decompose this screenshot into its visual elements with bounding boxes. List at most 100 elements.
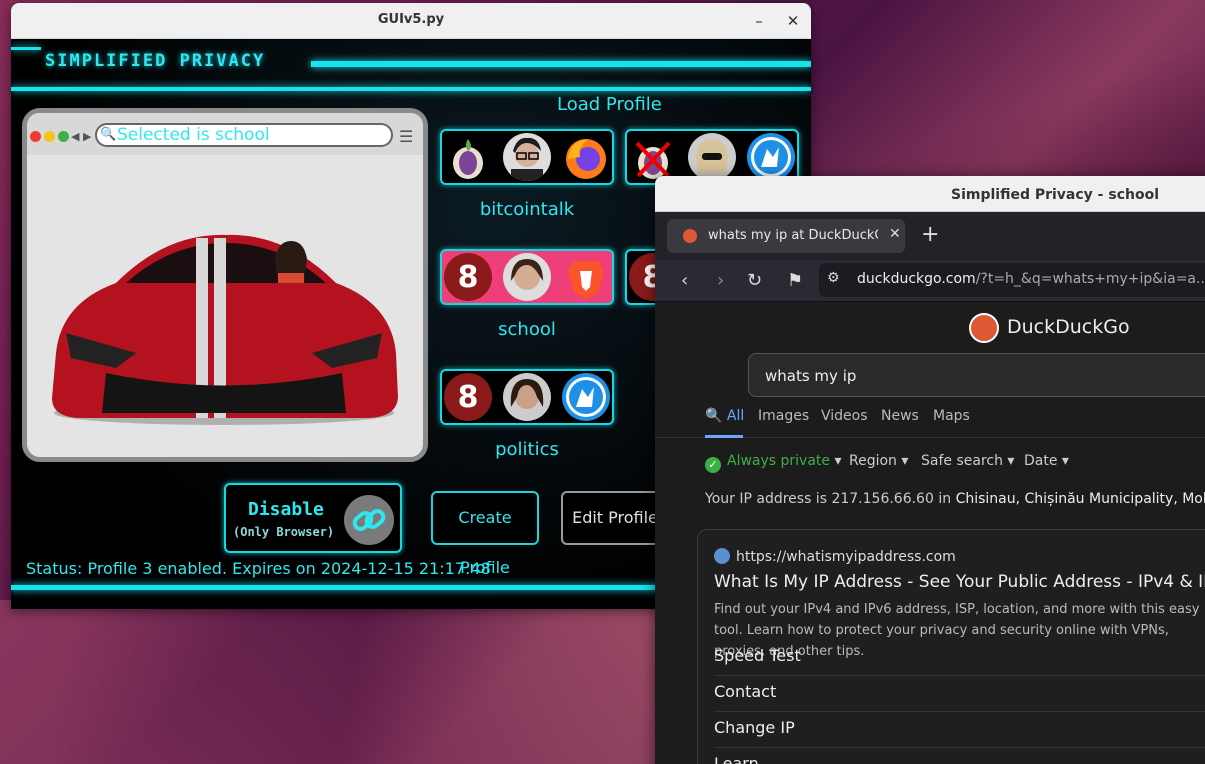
mock-url-bar: 🔍 Selected is school: [95, 123, 393, 147]
avatar-icon: [688, 133, 736, 181]
firefox-icon: [562, 133, 610, 181]
mock-browser-toolbar: ◀ ▶ 🔍 Selected is school ☰: [27, 113, 423, 155]
gui-window-title: GUIv5.py: [377, 12, 445, 27]
browser-window-title: Simplified Privacy - school: [950, 187, 1159, 203]
status-text: Status: Profile 3 enabled. Expires on 20…: [26, 559, 491, 578]
load-profile-label: Load Profile: [557, 94, 662, 115]
maximize-dot-icon: [58, 131, 69, 142]
tab-news[interactable]: News: [881, 408, 919, 424]
tab-strip: whats my ip at DuckDuckGo ✕ +: [655, 212, 1205, 260]
tab-maps[interactable]: Maps: [933, 408, 970, 424]
sitelink-contact[interactable]: Contact: [714, 682, 1205, 701]
profile-label-school: school: [498, 319, 556, 340]
result-title[interactable]: What Is My IP Address - See Your Public …: [714, 572, 1205, 592]
desktop-background-streak: [0, 600, 700, 764]
avatar-icon: [503, 133, 551, 181]
avatar-icon: [503, 253, 551, 301]
check-icon: ✓: [705, 457, 721, 473]
librewolf-icon: [562, 373, 610, 421]
ip-prefix: Your IP address is: [705, 491, 827, 507]
nav-bar: ‹ › ↻ ⚑ ⚙ duckduckgo.com/?t=h_&q=whats+m…: [655, 260, 1205, 302]
car-image: [52, 234, 398, 425]
link-icon: [344, 495, 394, 545]
minimize-icon[interactable]: –: [749, 11, 769, 31]
url-bar[interactable]: ⚙ duckduckgo.com/?t=h_&q=whats+my+ip&ia=…: [819, 263, 1205, 297]
browser-titlebar[interactable]: Simplified Privacy - school: [655, 176, 1205, 212]
duckduckgo-favicon-icon: [683, 229, 697, 243]
sitelink-speed-test[interactable]: Speed Test: [714, 646, 1205, 665]
banner-line: [11, 47, 41, 50]
reload-icon[interactable]: ↻: [747, 270, 762, 291]
duckduckgo-logo-icon: [969, 313, 999, 343]
safe-search-filter[interactable]: Safe search ▾: [921, 453, 1014, 469]
ip-value: 217.156.66.60: [831, 491, 934, 507]
search-input[interactable]: whats my ip: [748, 353, 1205, 397]
forward-arrow-icon: ▶: [83, 130, 92, 143]
safe-search-label: Safe search: [921, 453, 1003, 469]
back-icon[interactable]: ‹: [681, 270, 688, 291]
wireguard-icon: 8: [444, 253, 492, 301]
disable-label: Disable: [248, 499, 324, 520]
create-profile-button[interactable]: Create Profile: [431, 491, 539, 577]
disable-browser-button[interactable]: Disable (Only Browser): [224, 483, 402, 553]
ip-in: in: [938, 491, 952, 507]
sitelink-divider: [714, 711, 1205, 712]
url-text: duckduckgo.com/?t=h_&q=whats+my+ip&ia=a.…: [857, 271, 1205, 287]
always-private-label: Always private: [727, 453, 831, 469]
close-icon[interactable]: ✕: [783, 11, 803, 31]
gui-titlebar[interactable]: GUIv5.py – ✕: [11, 3, 811, 39]
profile-tile-bitcointalk[interactable]: [440, 129, 614, 185]
sitelink-change-ip[interactable]: Change IP: [714, 718, 1205, 737]
librewolf-icon: [747, 133, 795, 181]
tor-blocked-icon: [629, 133, 677, 181]
svg-text:8: 8: [458, 260, 479, 295]
region-label: Region: [849, 453, 897, 469]
banner-line: [11, 87, 811, 91]
globe-icon: [714, 548, 730, 564]
disable-sublabel: (Only Browser): [233, 525, 335, 539]
result-url[interactable]: https://whatismyipaddress.com: [714, 548, 956, 565]
url-path: /?t=h_&q=whats+my+ip&ia=a...: [975, 271, 1205, 287]
close-tab-icon[interactable]: ✕: [889, 226, 901, 242]
profile-tile-politics[interactable]: 8: [440, 369, 614, 425]
avatar-icon: [503, 373, 551, 421]
date-label: Date: [1024, 453, 1058, 469]
back-arrow-icon: ◀: [71, 130, 80, 143]
search-result: https://whatismyipaddress.com What Is My…: [697, 529, 1205, 764]
hamburger-menu-icon: ☰: [399, 127, 414, 146]
brave-icon: [562, 253, 610, 301]
svg-text:8: 8: [458, 380, 479, 415]
profile-label-bitcointalk: bitcointalk: [479, 199, 575, 220]
profile-label-politics: politics: [495, 439, 559, 460]
profile-tile-school[interactable]: 8: [440, 249, 614, 305]
ddg-brand: DuckDuckGo: [1007, 316, 1130, 338]
ip-location: Chisinau, Chișinău Municipality, Moldova…: [955, 491, 1205, 507]
tab-all[interactable]: 🔍 All: [705, 408, 744, 424]
minimize-dot-icon: [44, 131, 55, 142]
tab-videos[interactable]: Videos: [821, 408, 868, 424]
mock-url-text: Selected is school: [117, 125, 270, 145]
date-filter[interactable]: Date ▾: [1024, 453, 1069, 469]
wireguard-icon: 8: [444, 373, 492, 421]
brand-title: SIMPLIFIED PRIVACY: [45, 51, 266, 71]
sitelink-divider: [714, 747, 1205, 748]
tab-ddg[interactable]: whats my ip at DuckDuckGo ✕: [667, 219, 905, 253]
tab-images[interactable]: Images: [758, 408, 809, 424]
bookmark-icon[interactable]: ⚑: [787, 270, 803, 291]
ddg-page: DuckDuckGo whats my ip 🔍 All Images Vide…: [655, 303, 1205, 764]
sitelink-learn[interactable]: Learn: [714, 754, 1205, 764]
mock-browser-preview: ◀ ▶ 🔍 Selected is school ☰: [22, 108, 428, 462]
tor-icon: [444, 133, 492, 181]
site-settings-icon[interactable]: ⚙: [827, 270, 840, 286]
sitelink-divider: [714, 675, 1205, 676]
ip-address-line: Your IP address is 217.156.66.60 in Chis…: [705, 491, 1205, 507]
new-tab-icon[interactable]: +: [921, 222, 939, 247]
search-query: whats my ip: [765, 367, 857, 385]
always-private-filter[interactable]: ✓ Always private ▾: [705, 453, 842, 473]
tab-title: whats my ip at DuckDuckGo: [708, 228, 878, 243]
result-url-text: https://whatismyipaddress.com: [736, 549, 956, 565]
forward-icon[interactable]: ›: [717, 270, 724, 291]
edit-profile-button[interactable]: Edit Profile: [561, 491, 669, 545]
region-filter[interactable]: Region ▾: [849, 453, 908, 469]
active-tab-indicator: [705, 435, 743, 438]
